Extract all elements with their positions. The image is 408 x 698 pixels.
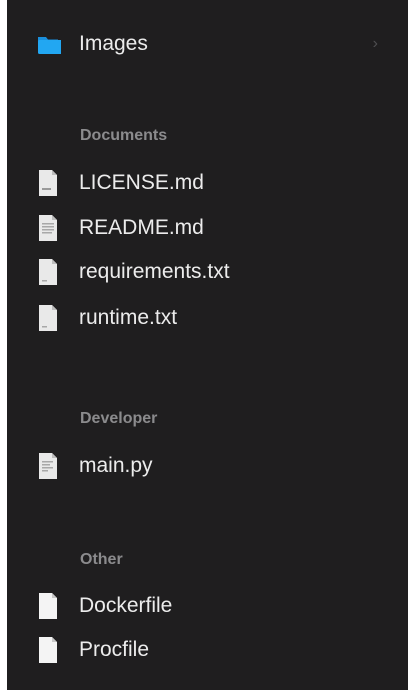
text-file-icon: [39, 305, 57, 331]
text-file-icon: [39, 259, 57, 285]
markdown-file-icon: [39, 215, 57, 241]
list-item-readme-md[interactable]: README.md: [7, 208, 408, 248]
list-item-runtime-txt[interactable]: runtime.txt: [7, 298, 408, 338]
python-file-icon: [39, 453, 57, 479]
chevron-right-icon: ›: [372, 35, 378, 52]
file-icon: [39, 637, 57, 663]
list-item-procfile[interactable]: Procfile: [7, 630, 408, 670]
list-item-label: runtime.txt: [79, 306, 178, 329]
list-item-main-py[interactable]: main.py: [7, 446, 408, 486]
list-item-label: README.md: [79, 216, 204, 239]
list-item-images-folder[interactable]: Images ›: [7, 24, 408, 64]
file-icon: [39, 593, 57, 619]
list-item-requirements-txt[interactable]: requirements.txt: [7, 252, 408, 292]
list-item-label: main.py: [79, 454, 153, 477]
section-header-documents: Documents: [80, 127, 168, 144]
section-header-other: Other: [80, 551, 123, 568]
list-item-label: Dockerfile: [79, 594, 173, 617]
finder-list-panel: Images › Documents LICENSE.md README.md …: [7, 0, 408, 690]
list-item-label: LICENSE.md: [79, 171, 204, 194]
section-header-developer: Developer: [80, 410, 158, 427]
list-item-label: requirements.txt: [79, 260, 230, 283]
list-item-label: Images: [79, 32, 148, 55]
list-item-license-md[interactable]: LICENSE.md: [7, 163, 408, 203]
list-item-dockerfile[interactable]: Dockerfile: [7, 586, 408, 626]
folder-icon: [38, 37, 61, 54]
list-item-label: Procfile: [79, 638, 150, 661]
markdown-file-icon: [39, 170, 57, 196]
